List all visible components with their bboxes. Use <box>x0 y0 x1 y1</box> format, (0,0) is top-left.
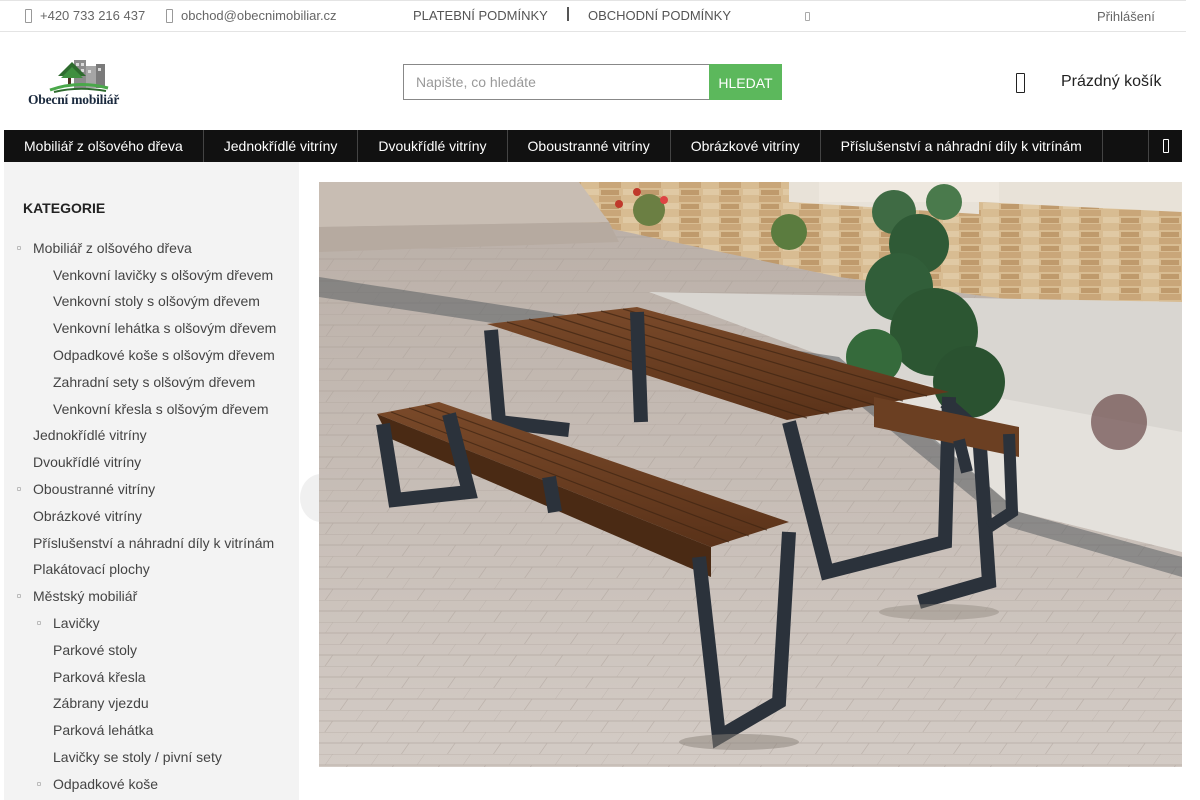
sidebar-item-outdoor-benches-alder[interactable]: Venkovní lavičky s olšovým dřevem <box>53 267 273 283</box>
phone-number[interactable]: +420 733 216 437 <box>40 8 145 23</box>
nav-item-single-door-showcases[interactable]: Jednokřídlé vitríny <box>204 130 359 162</box>
email-address[interactable]: obchod@obecnimobiliar.cz <box>181 8 337 23</box>
sidebar-item-label: Jednokřídlé vitríny <box>33 427 147 443</box>
sidebar-item-label: Dvoukřídlé vitríny <box>33 454 142 470</box>
sidebar-item-showcase-accessories[interactable]: Příslušenství a náhradní díly k vitrínám <box>33 535 274 551</box>
sidebar-item-label: Odpadkové koše <box>53 776 159 792</box>
chevron-right-icon <box>1162 139 1169 153</box>
sidebar-item-single-door-showcases[interactable]: Jednokřídlé vitríny <box>33 427 147 443</box>
logo-text: Obecní mobiliář <box>28 92 120 107</box>
sidebar-item-label: Parkové stoly <box>53 642 138 658</box>
nav-more-button[interactable] <box>1148 130 1182 162</box>
sidebar-item-label: Venkovní křesla s olšovým dřevem <box>53 401 269 417</box>
sidebar-item-outdoor-armchairs-alder[interactable]: Venkovní křesla s olšovým dřevem <box>53 401 269 417</box>
bullet-icon <box>37 621 41 625</box>
sidebar-heading: KATEGORIE <box>23 200 106 216</box>
sidebar-item-label: Lavičky <box>53 615 100 631</box>
sidebar-item-label: Lavičky se stoly / pivní sety <box>53 749 222 765</box>
sidebar-item-label: Zábrany vjezdu <box>53 695 149 711</box>
sidebar-item-label: Zahradní sety s olšovým dřevem <box>53 374 256 390</box>
sidebar-item-garden-sets-alder[interactable]: Zahradní sety s olšovým dřevem <box>53 374 255 390</box>
sidebar-item-label: Venkovní stoly s olšovým dřevem <box>53 293 260 309</box>
nav-item-double-door-showcases[interactable]: Dvoukřídlé vitríny <box>358 130 508 162</box>
search-button[interactable]: HLEDAT <box>709 64 782 100</box>
bullet-icon <box>37 782 41 786</box>
phone-icon <box>25 8 32 23</box>
sidebar-item-double-door-showcases[interactable]: Dvoukřídlé vitríny <box>33 454 141 470</box>
top-bar: +420 733 216 437 obchod@obecnimobiliar.c… <box>0 0 1186 32</box>
sidebar-item-label: Obrázkové vitríny <box>33 508 142 524</box>
business-terms-link[interactable]: OBCHODNÍ PODMÍNKY <box>588 8 731 23</box>
topbar-divider <box>567 7 569 21</box>
main-nav: Mobiliář z olšového dřeva Jednokřídlé vi… <box>4 130 1182 162</box>
sidebar-item-label: Parková lehátka <box>53 722 154 738</box>
sidebar-item-park-tables[interactable]: Parkové stoly <box>53 642 137 658</box>
email-contact[interactable]: obchod@obecnimobiliar.cz <box>166 8 337 23</box>
cart-label[interactable]: Prázdný košík <box>1061 73 1161 91</box>
search-bar: HLEDAT <box>403 64 782 100</box>
picnic-table-photo <box>319 182 1182 767</box>
sidebar-item-alder-wood-furniture[interactable]: Mobiliář z olšového dřeva <box>17 240 192 256</box>
site-logo[interactable]: Obecní mobiliář <box>28 56 128 108</box>
hero-banner-image[interactable] <box>319 182 1182 767</box>
sidebar-item-waste-bins-alder[interactable]: Odpadkové koše s olšovým dřevem <box>53 347 275 363</box>
sidebar-item-label: Odpadkové koše s olšovým dřevem <box>53 347 275 363</box>
sidebar-item-label: Oboustranné vitríny <box>33 481 156 497</box>
sidebar-item-park-loungers[interactable]: Parková lehátka <box>53 722 153 738</box>
cart-icon[interactable] <box>1016 73 1025 93</box>
nav-item-picture-showcases[interactable]: Obrázkové vitríny <box>671 130 821 162</box>
sidebar-item-picture-showcases[interactable]: Obrázkové vitríny <box>33 508 142 524</box>
phone-contact[interactable]: +420 733 216 437 <box>25 8 145 23</box>
sidebar-item-beer-sets[interactable]: Lavičky se stoly / pivní sety <box>53 749 222 765</box>
sidebar-item-outdoor-tables-alder[interactable]: Venkovní stoly s olšovým dřevem <box>53 293 260 309</box>
payment-terms-link[interactable]: PLATEBNÍ PODMÍNKY <box>413 8 548 23</box>
sidebar-item-entry-barriers[interactable]: Zábrany vjezdu <box>53 695 149 711</box>
sidebar-item-benches[interactable]: Lavičky <box>37 615 100 631</box>
bullet-icon <box>17 246 21 250</box>
sidebar-item-waste-bins[interactable]: Odpadkové koše <box>37 776 159 792</box>
sidebar-item-double-sided-showcases[interactable]: Oboustranné vitríny <box>17 481 156 497</box>
bullet-icon <box>17 487 21 491</box>
envelope-icon <box>166 8 173 23</box>
sidebar-item-poster-boards[interactable]: Plakátovací plochy <box>33 561 150 577</box>
sidebar-item-label: Venkovní lavičky s olšovým dřevem <box>53 267 274 283</box>
nav-item-double-sided-showcases[interactable]: Oboustranné vitríny <box>508 130 671 162</box>
search-input[interactable] <box>403 64 709 100</box>
sidebar-item-label: Venkovní lehátka s olšovým dřevem <box>53 320 277 336</box>
sidebar-item-outdoor-loungers-alder[interactable]: Venkovní lehátka s olšovým dřevem <box>53 320 276 336</box>
nav-item-alder-wood-furniture[interactable]: Mobiliář z olšového dřeva <box>4 130 204 162</box>
sidebar-item-urban-furniture[interactable]: Městský mobiliář <box>17 588 138 604</box>
sidebar-item-label: Městský mobiliář <box>33 588 138 604</box>
sidebar-item-label: Mobiliář z olšového dřeva <box>33 240 192 256</box>
globe-icon[interactable] <box>805 12 810 21</box>
logo-graphic <box>49 60 109 93</box>
category-sidebar: KATEGORIE Mobiliář z olšového dřeva Venk… <box>4 162 299 800</box>
nav-item-showcase-accessories[interactable]: Příslušenství a náhradní díly k vitrínám <box>821 130 1103 162</box>
sidebar-item-label: Plakátovací plochy <box>33 561 150 577</box>
sidebar-item-label: Příslušenství a náhradní díly k vitrínám <box>33 535 275 551</box>
sidebar-item-park-armchairs[interactable]: Parková křesla <box>53 669 146 685</box>
bullet-icon <box>17 594 21 598</box>
login-link[interactable]: Přihlášení <box>1097 9 1155 24</box>
sidebar-item-label: Parková křesla <box>53 669 146 685</box>
